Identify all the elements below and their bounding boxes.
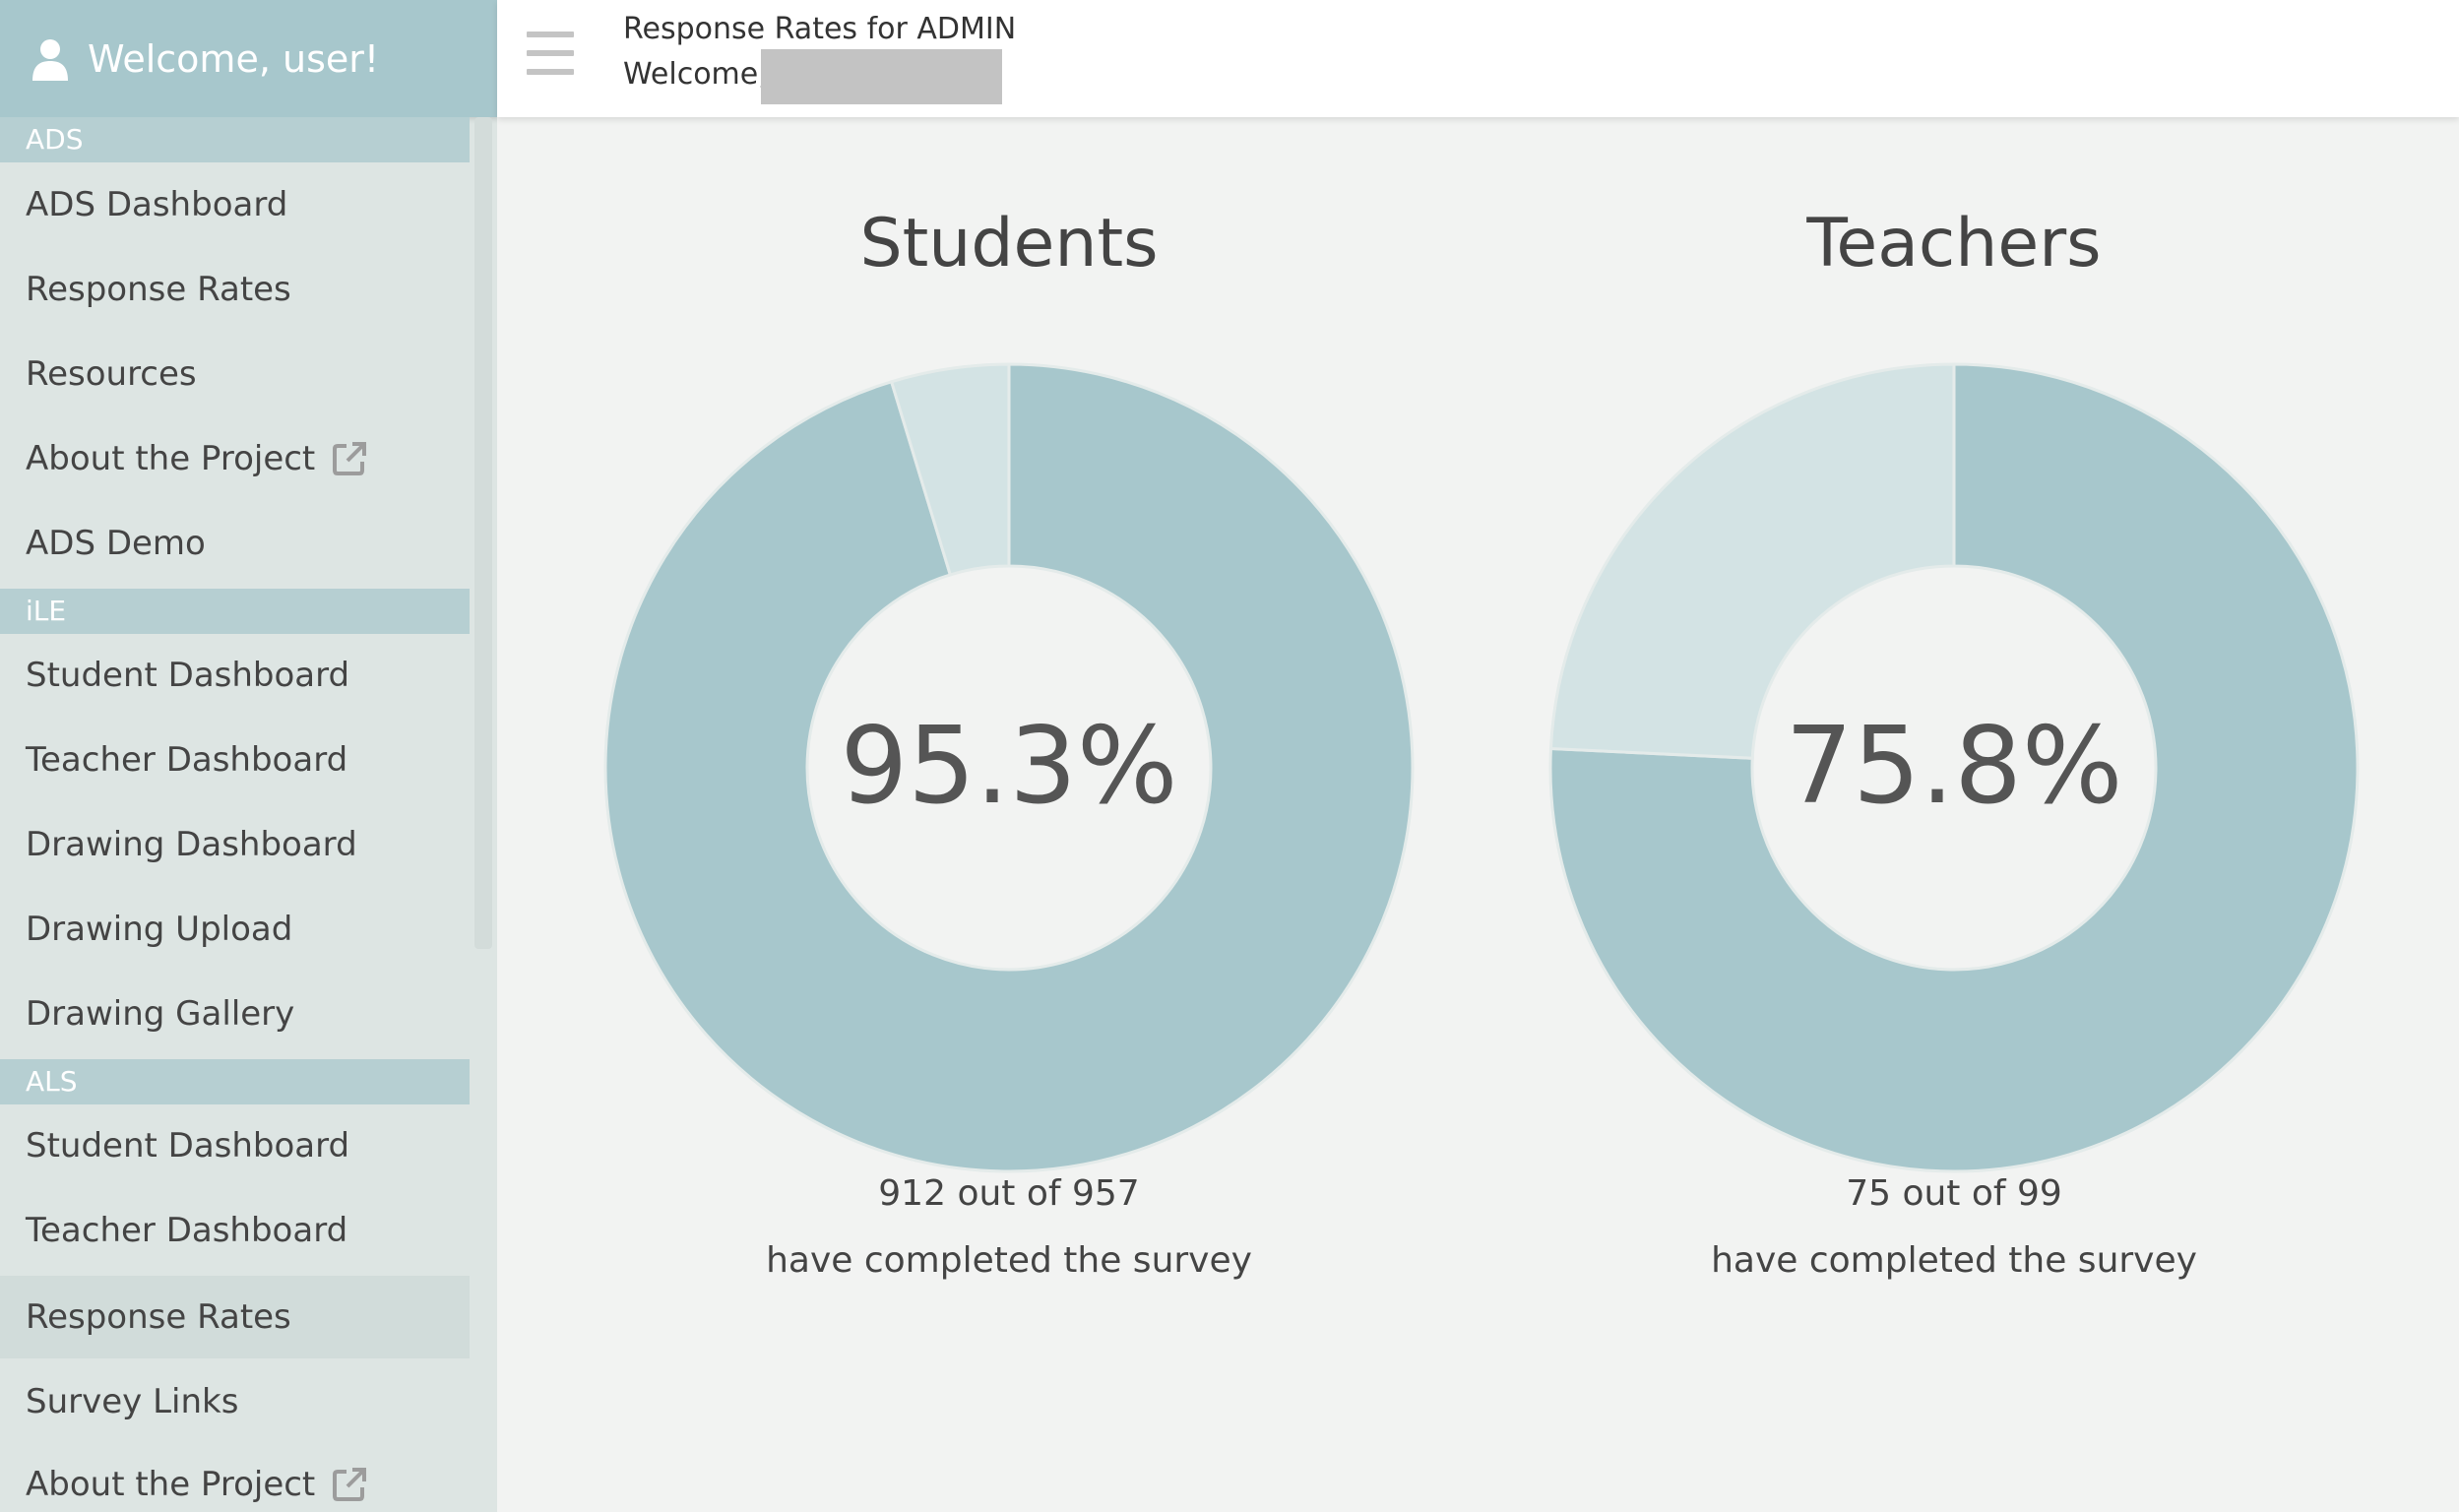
sidebar-item-about-project[interactable]: About the Project — [0, 417, 470, 500]
section-header-als: ALS — [0, 1059, 470, 1104]
redacted-username — [761, 49, 1002, 104]
sidebar-item-label: ADS Demo — [26, 524, 206, 563]
sidebar-item-ads-dashboard[interactable]: ADS Dashboard — [0, 163, 470, 246]
sidebar-item-label: ADS Dashboard — [26, 185, 288, 224]
sidebar-item-label: Drawing Gallery — [26, 994, 295, 1034]
hamburger-menu-icon[interactable] — [527, 32, 574, 75]
sidebar-item-ads-response-rates[interactable]: Response Rates — [0, 248, 470, 331]
sidebar-scrollbar[interactable] — [474, 117, 492, 949]
sidebar-item-als-teacher-dashboard[interactable]: Teacher Dashboard — [0, 1189, 470, 1272]
sidebar-item-label: Response Rates — [26, 270, 291, 309]
sidebar-item-ads-demo[interactable]: ADS Demo — [0, 502, 470, 585]
sidebar-item-drawing-gallery[interactable]: Drawing Gallery — [0, 973, 470, 1055]
sidebar-item-label: Drawing Dashboard — [26, 825, 357, 864]
sidebar-item-drawing-dashboard[interactable]: Drawing Dashboard — [0, 803, 470, 886]
sidebar: Welcome, user! ADS ADS Dashboard Respons… — [0, 0, 497, 1512]
teachers-remaining-slice — [1548, 362, 1956, 760]
sidebar-item-label: Student Dashboard — [26, 1126, 350, 1166]
sidebar-item-resources[interactable]: Resources — [0, 333, 470, 415]
teachers-count-caption: 75 out of 99 — [1846, 1173, 2062, 1214]
sidebar-item-label: About the Project — [26, 1465, 316, 1504]
sidebar-item-label: Survey Links — [26, 1382, 239, 1421]
sidebar-item-label: Student Dashboard — [26, 656, 350, 695]
sidebar-item-als-about-project[interactable]: About the Project — [0, 1443, 470, 1512]
students-donut-chart: 95.3% — [603, 362, 1415, 1173]
sidebar-item-label: About the Project — [26, 439, 316, 478]
welcome-line: Welcome, — [623, 57, 768, 92]
external-link-icon — [333, 1468, 367, 1501]
sidebar-item-survey-links[interactable]: Survey Links — [0, 1360, 470, 1443]
section-header-ads: ADS — [0, 117, 470, 162]
sidebar-item-label: Drawing Upload — [26, 910, 293, 949]
welcome-user-text: Welcome, user! — [88, 36, 380, 81]
top-bar: Response Rates for ADMIN Welcome, — [497, 0, 2459, 117]
user-icon — [32, 38, 68, 81]
sidebar-item-label: Teacher Dashboard — [26, 740, 348, 780]
sidebar-item-als-student-dashboard[interactable]: Student Dashboard — [0, 1104, 470, 1187]
students-title: Students — [859, 205, 1159, 283]
sidebar-item-drawing-upload[interactable]: Drawing Upload — [0, 888, 470, 971]
teachers-completion-caption: have completed the survey — [1711, 1240, 2197, 1281]
students-percentage-label: 95.3% — [840, 705, 1177, 828]
teachers-panel: Teachers 75.8% 75 out of 99 have complet… — [1511, 187, 2397, 1368]
students-panel: Students 95.3% 912 out of 957 have compl… — [566, 187, 1452, 1368]
sidebar-item-label: Teacher Dashboard — [26, 1211, 348, 1250]
sidebar-item-label: Response Rates — [26, 1297, 291, 1337]
teachers-percentage-label: 75.8% — [1785, 705, 2122, 828]
external-link-icon — [333, 442, 367, 475]
section-header-ile: iLE — [0, 589, 470, 634]
sidebar-item-ile-teacher-dashboard[interactable]: Teacher Dashboard — [0, 719, 470, 801]
sidebar-header: Welcome, user! — [0, 0, 497, 117]
sidebar-item-als-response-rates[interactable]: Response Rates — [0, 1276, 470, 1358]
teachers-donut-chart: 75.8% — [1548, 362, 2360, 1173]
page-title: Response Rates for ADMIN — [623, 12, 1017, 46]
teachers-title: Teachers — [1806, 205, 2102, 283]
sidebar-item-label: Resources — [26, 354, 197, 394]
students-count-caption: 912 out of 957 — [878, 1173, 1140, 1214]
students-completion-caption: have completed the survey — [766, 1240, 1252, 1281]
sidebar-item-ile-student-dashboard[interactable]: Student Dashboard — [0, 634, 470, 717]
